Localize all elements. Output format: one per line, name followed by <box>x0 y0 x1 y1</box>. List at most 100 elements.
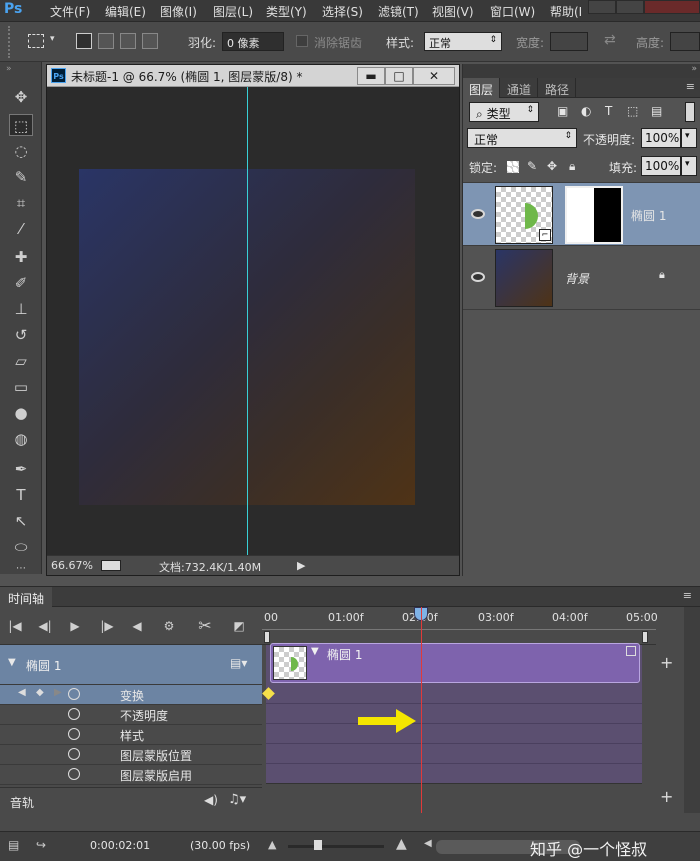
menu-select[interactable]: 选择(S) <box>322 3 363 20</box>
stopwatch-icon[interactable] <box>68 708 80 720</box>
scissors-icon[interactable]: ✂ <box>194 615 216 637</box>
chevron-down-icon[interactable]: ▾ <box>50 34 55 44</box>
current-time[interactable]: 0:00:02:01 <box>90 839 150 852</box>
width-input[interactable] <box>550 32 588 51</box>
audio-toggle-icon[interactable]: ◀ <box>126 615 148 637</box>
dodge-tool-icon[interactable]: ◍ <box>9 428 33 450</box>
lasso-tool-icon[interactable]: ◌ <box>9 140 33 162</box>
doc-minimize-button[interactable]: ▬ <box>357 67 385 85</box>
height-input[interactable] <box>670 32 700 51</box>
settings-gear-icon[interactable]: ⚙ <box>158 615 180 637</box>
property-row-style[interactable]: 样式 <box>0 725 262 745</box>
app-maximize-button[interactable] <box>616 0 644 14</box>
layer-clip[interactable]: ▼ 椭圆 1 <box>270 643 640 683</box>
work-area-start-handle[interactable] <box>264 631 270 643</box>
filter-kind-select[interactable]: ⌕ 类型 ⇕ <box>469 102 539 122</box>
vertical-guide[interactable] <box>247 87 248 555</box>
play-icon[interactable]: ▶ <box>64 615 86 637</box>
document-titlebar[interactable]: Ps 未标题-1 @ 66.7% (椭圆 1, 图层蒙版/8) * ▬ □ ✕ <box>47 65 459 87</box>
status-icon[interactable] <box>101 560 121 571</box>
audio-track-header[interactable]: 音轨 ◀) ♫▾ <box>0 787 262 813</box>
collapse-icon[interactable]: » <box>691 64 697 74</box>
tab-timeline[interactable]: 时间轴 <box>0 587 53 607</box>
blend-mode-select[interactable]: 正常 ⇕ <box>467 128 577 148</box>
crop-tool-icon[interactable]: ⌗ <box>9 192 33 214</box>
opacity-dropdown-icon[interactable]: ▾ <box>681 128 697 148</box>
property-row-mask-enable[interactable]: 图层蒙版启用 <box>0 765 262 785</box>
history-brush-tool-icon[interactable]: ↺ <box>9 324 33 346</box>
layer-row-background[interactable]: 背景 🔒︎ <box>463 246 700 310</box>
lock-transparent-icon[interactable] <box>507 161 519 173</box>
render-icon[interactable]: ▤ <box>8 838 19 852</box>
app-close-button[interactable] <box>644 0 700 14</box>
eye-icon[interactable] <box>471 272 485 282</box>
marquee-tool-icon[interactable]: ⬚ <box>9 114 33 136</box>
property-row-opacity[interactable]: 不透明度 <box>0 705 262 725</box>
doc-close-button[interactable]: ✕ <box>413 67 455 85</box>
convert-icon[interactable]: ↪ <box>36 838 46 852</box>
panel-menu-icon[interactable]: ≡ <box>683 589 692 602</box>
quick-select-tool-icon[interactable]: ✎ <box>9 166 33 188</box>
zoom-in-icon[interactable]: ▲ <box>396 836 407 852</box>
blur-tool-icon[interactable]: ● <box>9 402 33 424</box>
path-select-tool-icon[interactable]: ↖ <box>9 510 33 532</box>
subtract-selection-icon[interactable] <box>120 33 136 49</box>
tab-channels[interactable]: 通道 <box>501 78 539 98</box>
stopwatch-icon[interactable] <box>68 748 80 760</box>
marquee-preset-icon[interactable] <box>28 34 44 48</box>
type-tool-icon[interactable]: T <box>9 484 33 506</box>
vertical-scrollbar[interactable] <box>684 607 700 813</box>
new-selection-icon[interactable] <box>76 33 92 49</box>
ellipse-tool-icon[interactable]: ⬭ <box>9 536 33 558</box>
antialias-checkbox[interactable] <box>296 35 308 47</box>
stamp-tool-icon[interactable]: ⊥ <box>9 298 33 320</box>
menu-help[interactable]: 帮助(I <box>550 3 582 20</box>
stopwatch-icon[interactable] <box>68 688 80 700</box>
prev-keyframe-icon[interactable]: ◀ <box>18 687 26 698</box>
zoom-level[interactable]: 66.67% <box>51 559 93 572</box>
stopwatch-icon[interactable] <box>68 728 80 740</box>
add-track-icon[interactable]: + <box>660 653 673 672</box>
stopwatch-icon[interactable] <box>68 768 80 780</box>
menu-window[interactable]: 窗口(W) <box>490 3 535 20</box>
clip-options-icon[interactable] <box>626 646 636 656</box>
track-header-ellipse[interactable]: ▼ 椭圆 1 ▤▾ <box>0 645 262 685</box>
zoom-slider-thumb[interactable] <box>314 840 322 850</box>
layer-row-ellipse[interactable]: ⌐ 椭圆 1 <box>463 182 700 246</box>
next-frame-icon[interactable]: |▶ <box>96 615 118 637</box>
filter-pixel-icon[interactable]: ▣ <box>557 104 568 118</box>
lock-pixels-icon[interactable]: ✎ <box>527 159 537 173</box>
app-minimize-button[interactable] <box>588 0 616 14</box>
feather-input[interactable]: 0 像素 <box>222 32 284 51</box>
filter-type-icon[interactable]: T <box>605 104 612 118</box>
brush-tool-icon[interactable]: ✐ <box>9 272 33 294</box>
eyedropper-tool-icon[interactable]: ⁄ <box>9 218 33 240</box>
panel-menu-icon[interactable]: ≡ <box>686 80 695 93</box>
filter-adjust-icon[interactable]: ◐ <box>581 104 591 118</box>
first-frame-icon[interactable]: |◀ <box>4 615 26 637</box>
add-keyframe-icon[interactable]: ◆ <box>36 687 44 698</box>
menu-type[interactable]: 类型(Y) <box>266 3 307 20</box>
filter-toggle[interactable] <box>685 102 695 122</box>
swap-icon[interactable]: ⇄ <box>604 32 616 48</box>
fill-input[interactable]: 100% <box>641 156 681 176</box>
menu-edit[interactable]: 编辑(E) <box>105 3 146 20</box>
time-ruler[interactable]: 00 01:00f 02:00f 03:00f 04:00f 05:00 <box>262 607 658 645</box>
gradient-tool-icon[interactable]: ▭ <box>9 376 33 398</box>
transition-icon[interactable]: ◩ <box>228 615 250 637</box>
playhead-line[interactable] <box>421 607 422 813</box>
add-selection-icon[interactable] <box>98 33 114 49</box>
property-row-mask-position[interactable]: 图层蒙版位置 <box>0 745 262 765</box>
music-note-icon[interactable]: ♫▾ <box>228 792 246 807</box>
fill-dropdown-icon[interactable]: ▾ <box>681 156 697 176</box>
lock-all-icon[interactable]: 🔒︎ <box>569 159 575 174</box>
lock-position-icon[interactable]: ✥ <box>547 159 557 173</box>
doc-maximize-button[interactable]: □ <box>385 67 413 85</box>
style-select[interactable]: 正常 ⇕ <box>424 32 502 51</box>
eraser-tool-icon[interactable]: ▱ <box>9 350 33 372</box>
menu-file[interactable]: 文件(F) <box>50 3 90 20</box>
more-tools-icon[interactable]: ⋯ <box>9 558 33 580</box>
layer-mask-thumbnail[interactable] <box>565 186 623 244</box>
scroll-left-icon[interactable]: ◀ <box>424 838 432 849</box>
filter-smart-icon[interactable]: ▤ <box>651 104 662 118</box>
